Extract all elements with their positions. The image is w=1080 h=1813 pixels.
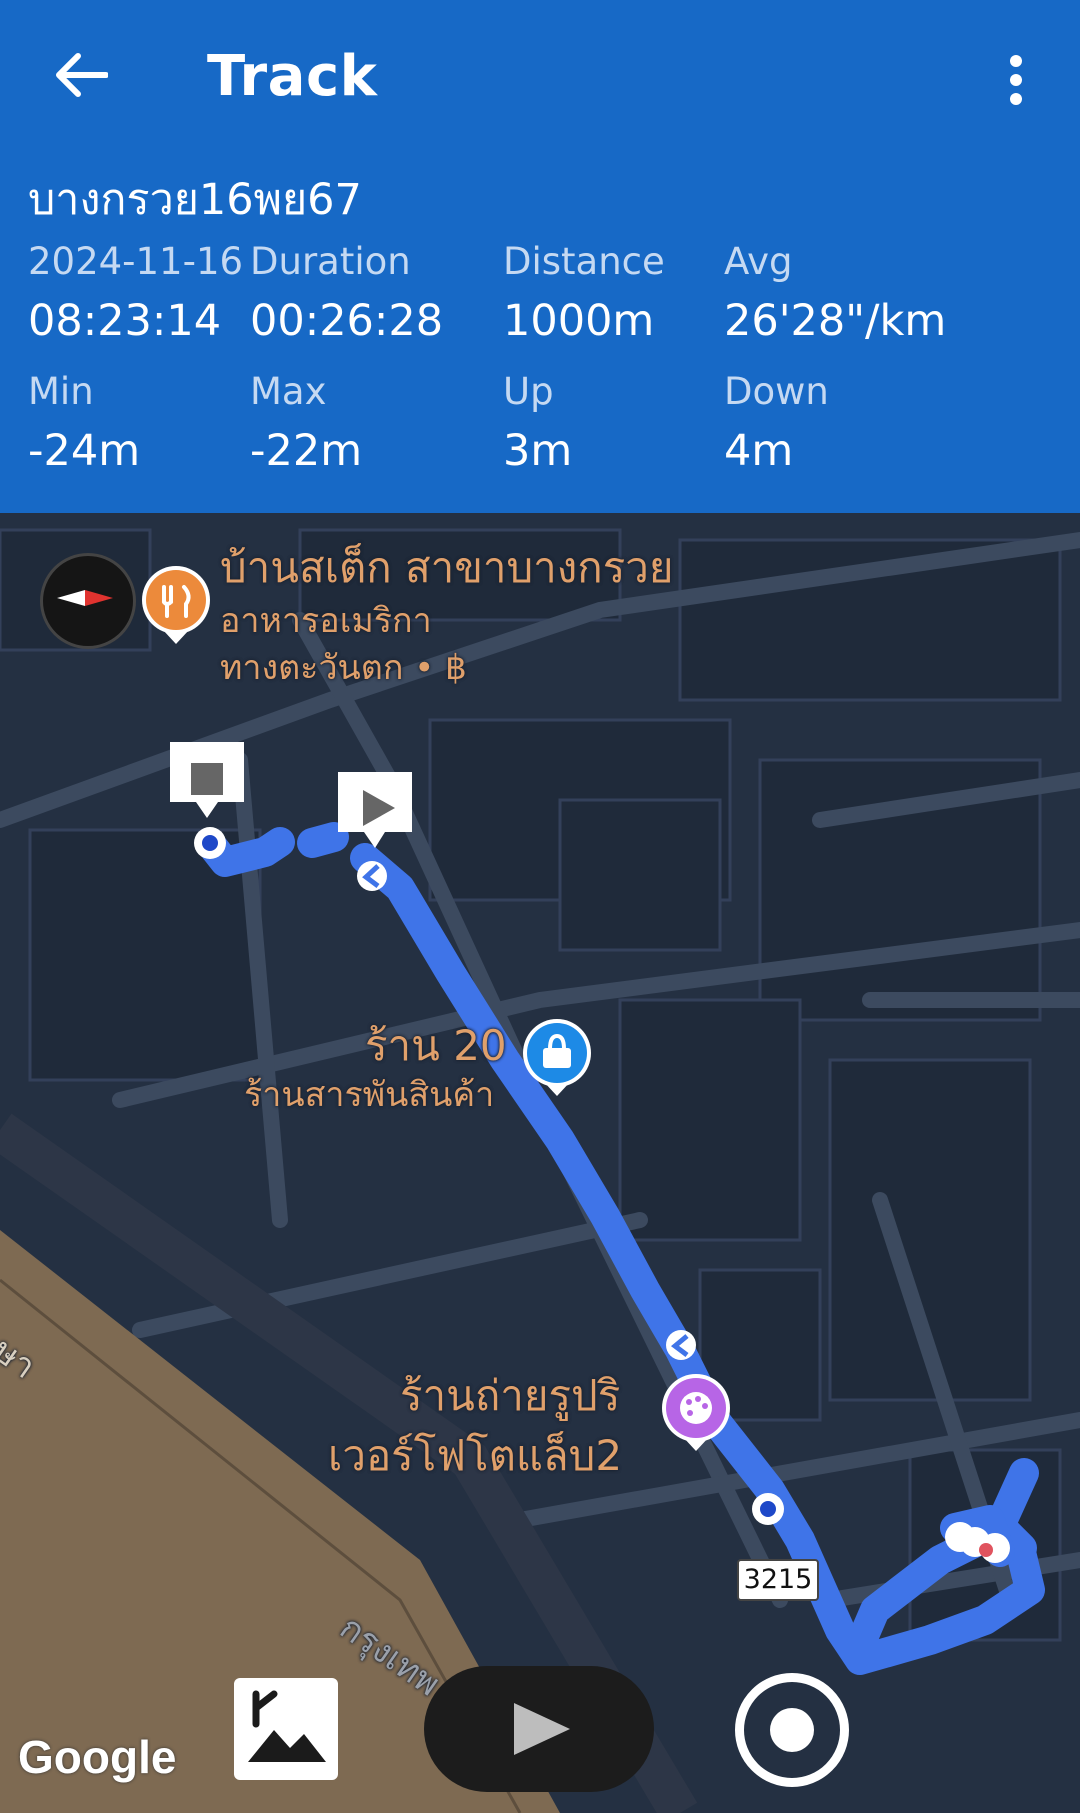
restaurant-category: อาหารอเมริกา: [220, 601, 432, 641]
down-value: 4m: [724, 426, 794, 476]
compass-icon: [57, 590, 113, 606]
down-label: Down: [724, 370, 829, 413]
map-view[interactable]: บ้านสเต็ก สาขาบางกรวย อาหารอเมริกา ทางตะ…: [0, 513, 1080, 1813]
map-canvas: [0, 528, 1080, 1813]
record-icon: [770, 1708, 814, 1752]
duration-label: Duration: [250, 240, 411, 283]
restaurant-name[interactable]: บ้านสเต็ก สาขาบางกรวย: [220, 535, 673, 601]
up-label: Up: [503, 370, 554, 413]
gallery-button[interactable]: [234, 1678, 338, 1780]
more-vert-icon: [1010, 55, 1022, 105]
up-value: 3m: [503, 426, 573, 476]
restaurant-details: ทางตะวันตก • ฿: [220, 648, 467, 688]
distance-label: Distance: [503, 240, 665, 283]
restaurant-pin[interactable]: [142, 566, 210, 644]
stop-icon: [191, 763, 223, 795]
store-category: ร้านสารพันสินค้า: [244, 1075, 495, 1115]
min-value: -24m: [28, 426, 141, 476]
back-button[interactable]: [46, 40, 116, 110]
compass-button[interactable]: [40, 553, 136, 649]
track-stop-marker[interactable]: [170, 742, 244, 818]
track-start-time: 08:23:14: [28, 296, 222, 346]
page-title: Track: [207, 44, 378, 109]
track-start-marker[interactable]: [338, 772, 412, 848]
track-header: Track บางกรวย16พย67 2024-11-16 08:23:14 …: [0, 0, 1080, 513]
avg-value: 26'28"/km: [724, 296, 947, 346]
record-button[interactable]: [735, 1673, 849, 1787]
palette-icon: [680, 1392, 712, 1424]
google-attribution: Google: [18, 1731, 177, 1783]
arrow-left-icon: [56, 53, 108, 97]
photo-shop-name-line2[interactable]: เวอร์โฟโตแล็บ2: [328, 1423, 622, 1489]
photo-shop-name-line1[interactable]: ร้านถ่ายรูปริ: [400, 1363, 620, 1429]
track-date: 2024-11-16: [28, 240, 244, 283]
duration-value: 00:26:28: [250, 296, 444, 346]
road-number-badge: 3215: [737, 1559, 819, 1601]
play-icon: [514, 1703, 570, 1755]
overflow-menu-button[interactable]: [990, 44, 1042, 116]
track-name: บางกรวย16พย67: [28, 175, 362, 225]
distance-value: 1000m: [503, 296, 655, 346]
image-icon: [248, 1690, 326, 1762]
replay-track-button[interactable]: [424, 1666, 654, 1792]
max-label: Max: [250, 370, 327, 413]
avg-label: Avg: [724, 240, 793, 283]
min-label: Min: [28, 370, 94, 413]
max-value: -22m: [250, 426, 363, 476]
